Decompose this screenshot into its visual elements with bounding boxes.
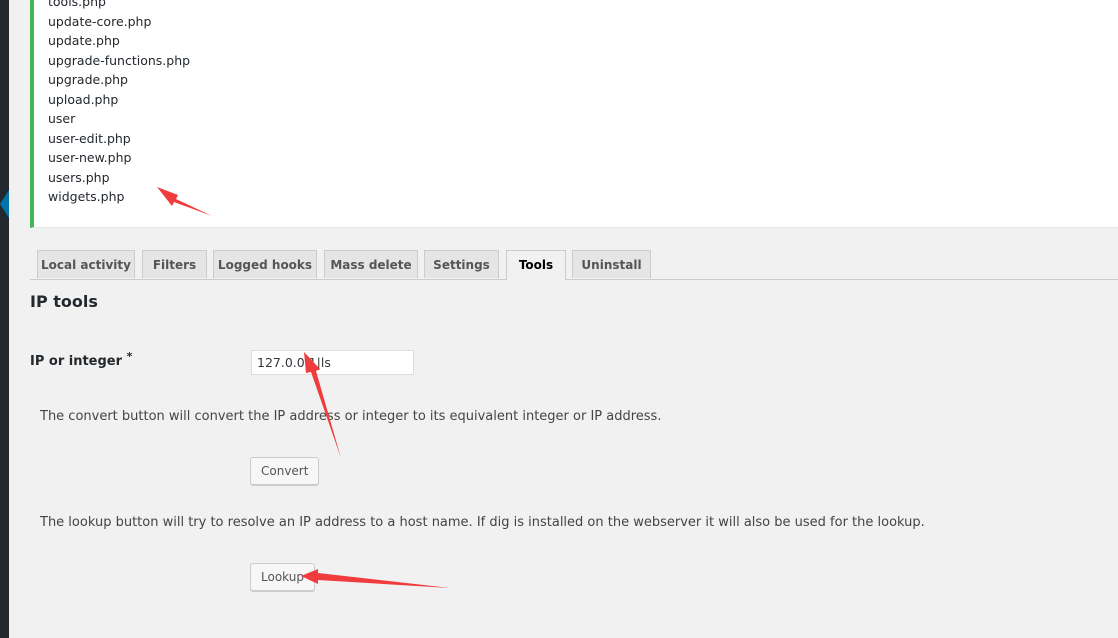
tab-tools[interactable]: Tools	[506, 250, 566, 280]
list-item: update.php	[48, 33, 120, 48]
tab-mass-delete[interactable]: Mass delete	[324, 250, 418, 278]
list-item: user-new.php	[48, 150, 132, 165]
command-output-panel: tools.php update-core.php update.php upg…	[30, 0, 1118, 228]
tab-settings[interactable]: Settings	[424, 250, 499, 278]
admin-sidebar-edge	[0, 0, 9, 638]
tab-uninstall[interactable]: Uninstall	[572, 250, 651, 278]
tab-filters[interactable]: Filters	[142, 250, 207, 278]
ip-field-label-text: IP or integer	[30, 354, 123, 369]
list-item: tools.php	[48, 0, 106, 9]
list-item: user-edit.php	[48, 130, 131, 146]
lookup-description: The lookup button will try to resolve an…	[40, 515, 925, 530]
page-title: IP tools	[30, 292, 98, 311]
active-menu-indicator-icon	[0, 190, 9, 218]
file-list: tools.php update-core.php update.php upg…	[48, 0, 190, 207]
convert-button[interactable]: Convert	[250, 457, 320, 485]
list-item: upload.php	[48, 91, 119, 107]
settings-tabs: Local activity Filters Logged hooks Mass…	[30, 250, 1118, 280]
list-item: user	[48, 111, 76, 126]
arrow-icon	[301, 569, 450, 588]
ip-input[interactable]	[251, 350, 414, 375]
convert-description: The convert button will convert the IP a…	[40, 409, 662, 424]
ip-field-label: IP or integer *	[30, 350, 132, 369]
required-marker: *	[126, 350, 133, 363]
list-item: upgrade-functions.php	[48, 52, 191, 68]
list-item: widgets.php	[48, 189, 125, 204]
list-item: update-core.php	[48, 13, 152, 29]
list-item: users.php	[48, 169, 110, 185]
lookup-button[interactable]: Lookup	[250, 563, 315, 591]
tab-logged-hooks[interactable]: Logged hooks	[213, 250, 317, 278]
list-item: upgrade.php	[48, 72, 128, 87]
tab-local-activity[interactable]: Local activity	[37, 250, 135, 278]
